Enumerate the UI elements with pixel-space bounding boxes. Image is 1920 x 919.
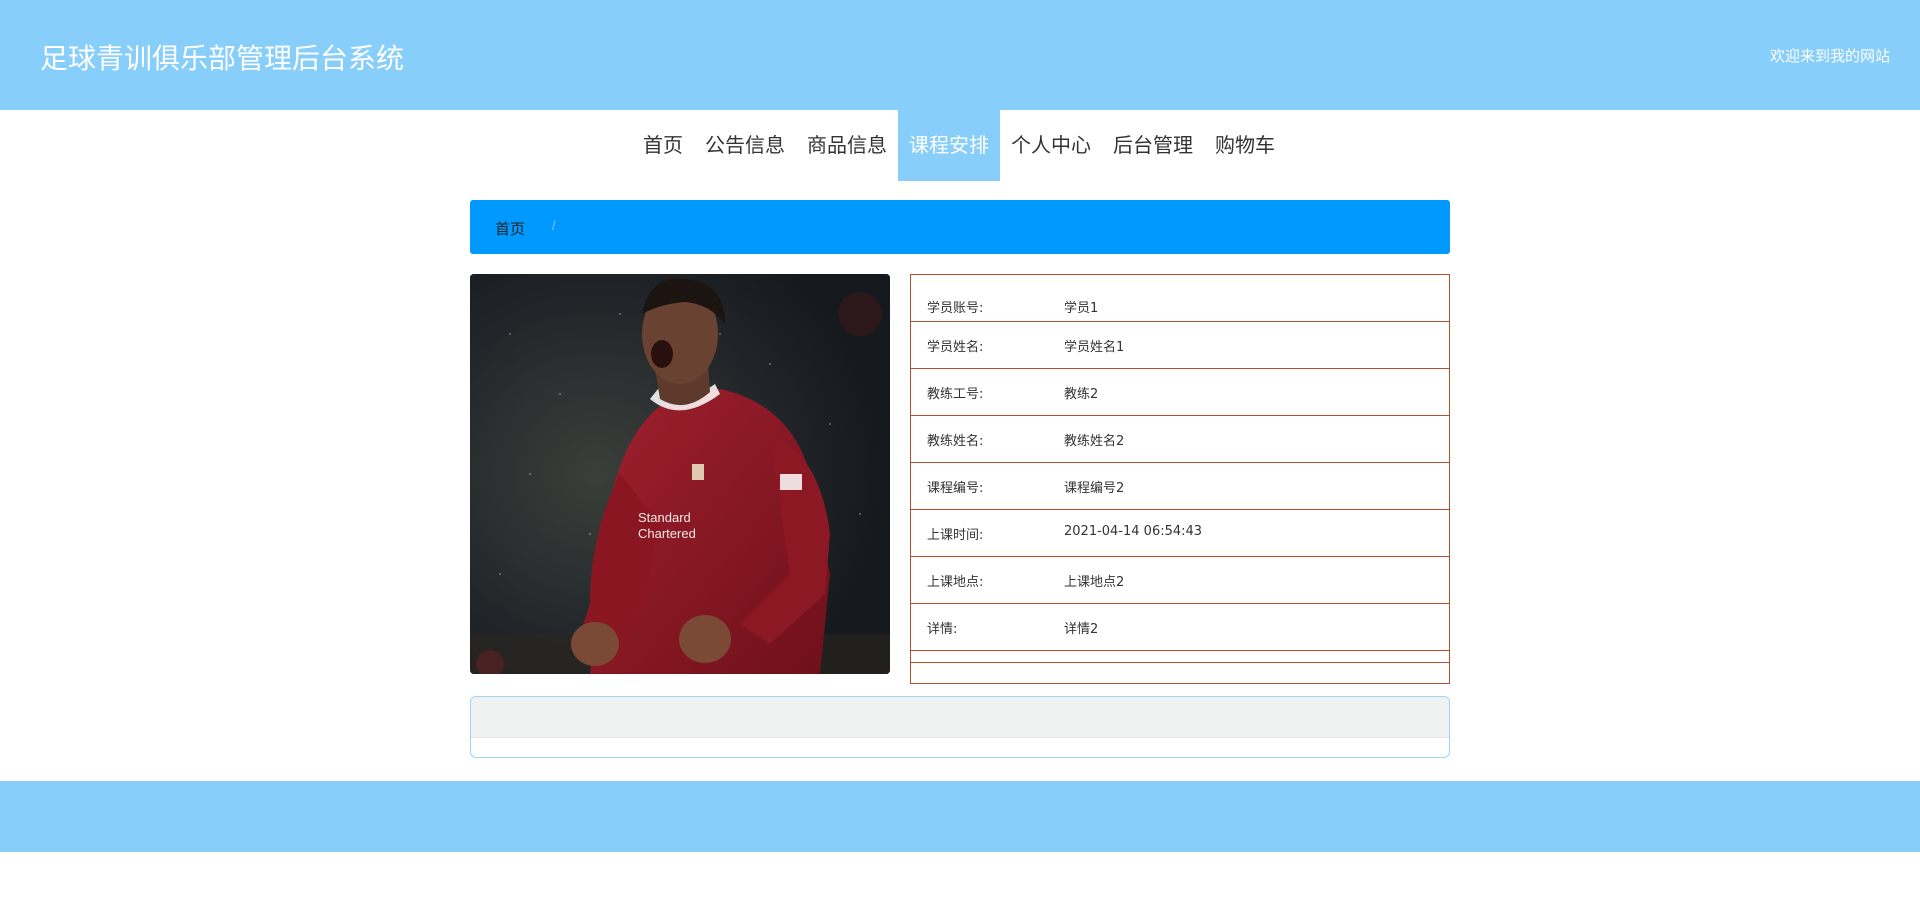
welcome-text: 欢迎来到我的网站 — [1769, 47, 1890, 65]
course-detail-table: 学员账号: 学员1 学员姓名: 学员姓名1 教练工号: 教练2 教练姓名: 教练… — [910, 274, 1450, 684]
nav-item-admin[interactable]: 后台管理 — [1102, 110, 1204, 181]
detail-row-coach-name: 教练姓名: 教练姓名2 — [911, 416, 1449, 463]
main-nav: 首页 公告信息 商品信息 课程安排 个人中心 后台管理 购物车 — [0, 110, 1920, 181]
detail-row-course-number: 课程编号: 课程编号2 — [911, 463, 1449, 510]
nav-item-products[interactable]: 商品信息 — [796, 110, 898, 181]
detail-row-coach-id: 教练工号: 教练2 — [911, 369, 1449, 416]
detail-label: 学员姓名: — [927, 340, 984, 355]
detail-label: 上课时间: — [927, 528, 984, 543]
breadcrumb-home-link[interactable]: 首页 — [495, 218, 525, 239]
detail-row-class-time: 上课时间: 2021-04-14 06:54:43 — [911, 510, 1449, 557]
detail-value: 教练姓名2 — [1064, 434, 1125, 449]
nav-item-personal-center[interactable]: 个人中心 — [1000, 110, 1102, 181]
site-title: 足球青训俱乐部管理后台系统 — [40, 42, 405, 75]
comment-panel — [470, 696, 1450, 758]
detail-row-empty — [911, 651, 1449, 663]
detail-label: 上课地点: — [927, 575, 984, 590]
detail-label: 教练工号: — [927, 387, 984, 402]
detail-value: 学员1 — [1064, 301, 1099, 316]
nav-item-course-schedule[interactable]: 课程安排 — [898, 110, 1000, 181]
svg-text:Chartered: Chartered — [638, 526, 696, 541]
player-photo: Standard Chartered — [470, 274, 890, 674]
svg-text:Standard: Standard — [638, 510, 691, 525]
nav-item-cart[interactable]: 购物车 — [1204, 110, 1286, 181]
detail-value: 2021-04-14 06:54:43 — [1064, 524, 1203, 539]
detail-row-class-location: 上课地点: 上课地点2 — [911, 557, 1449, 604]
detail-value: 详情2 — [1064, 622, 1099, 637]
header-bar: 足球青训俱乐部管理后台系统 欢迎来到我的网站 — [0, 0, 1920, 110]
panel-header — [471, 697, 1449, 738]
detail-row-student-name: 学员姓名: 学员姓名1 — [911, 322, 1449, 369]
detail-label: 教练姓名: — [927, 434, 984, 449]
nav-item-home[interactable]: 首页 — [632, 110, 694, 181]
detail-value: 课程编号2 — [1064, 481, 1125, 496]
detail-value: 学员姓名1 — [1064, 340, 1125, 355]
course-image: Standard Chartered — [470, 274, 890, 674]
detail-row-student-account: 学员账号: 学员1 — [911, 275, 1449, 322]
footer-bar — [0, 781, 1920, 852]
nav-item-announcements[interactable]: 公告信息 — [694, 110, 796, 181]
detail-label: 学员账号: — [927, 301, 984, 316]
detail-row-details: 详情: 详情2 — [911, 604, 1449, 651]
detail-label: 课程编号: — [927, 481, 984, 496]
detail-value: 教练2 — [1064, 387, 1099, 402]
detail-label: 详情: — [927, 622, 958, 637]
breadcrumb-separator: / — [552, 218, 556, 233]
detail-value: 上课地点2 — [1064, 575, 1125, 590]
breadcrumb: 首页 / — [470, 200, 1450, 254]
